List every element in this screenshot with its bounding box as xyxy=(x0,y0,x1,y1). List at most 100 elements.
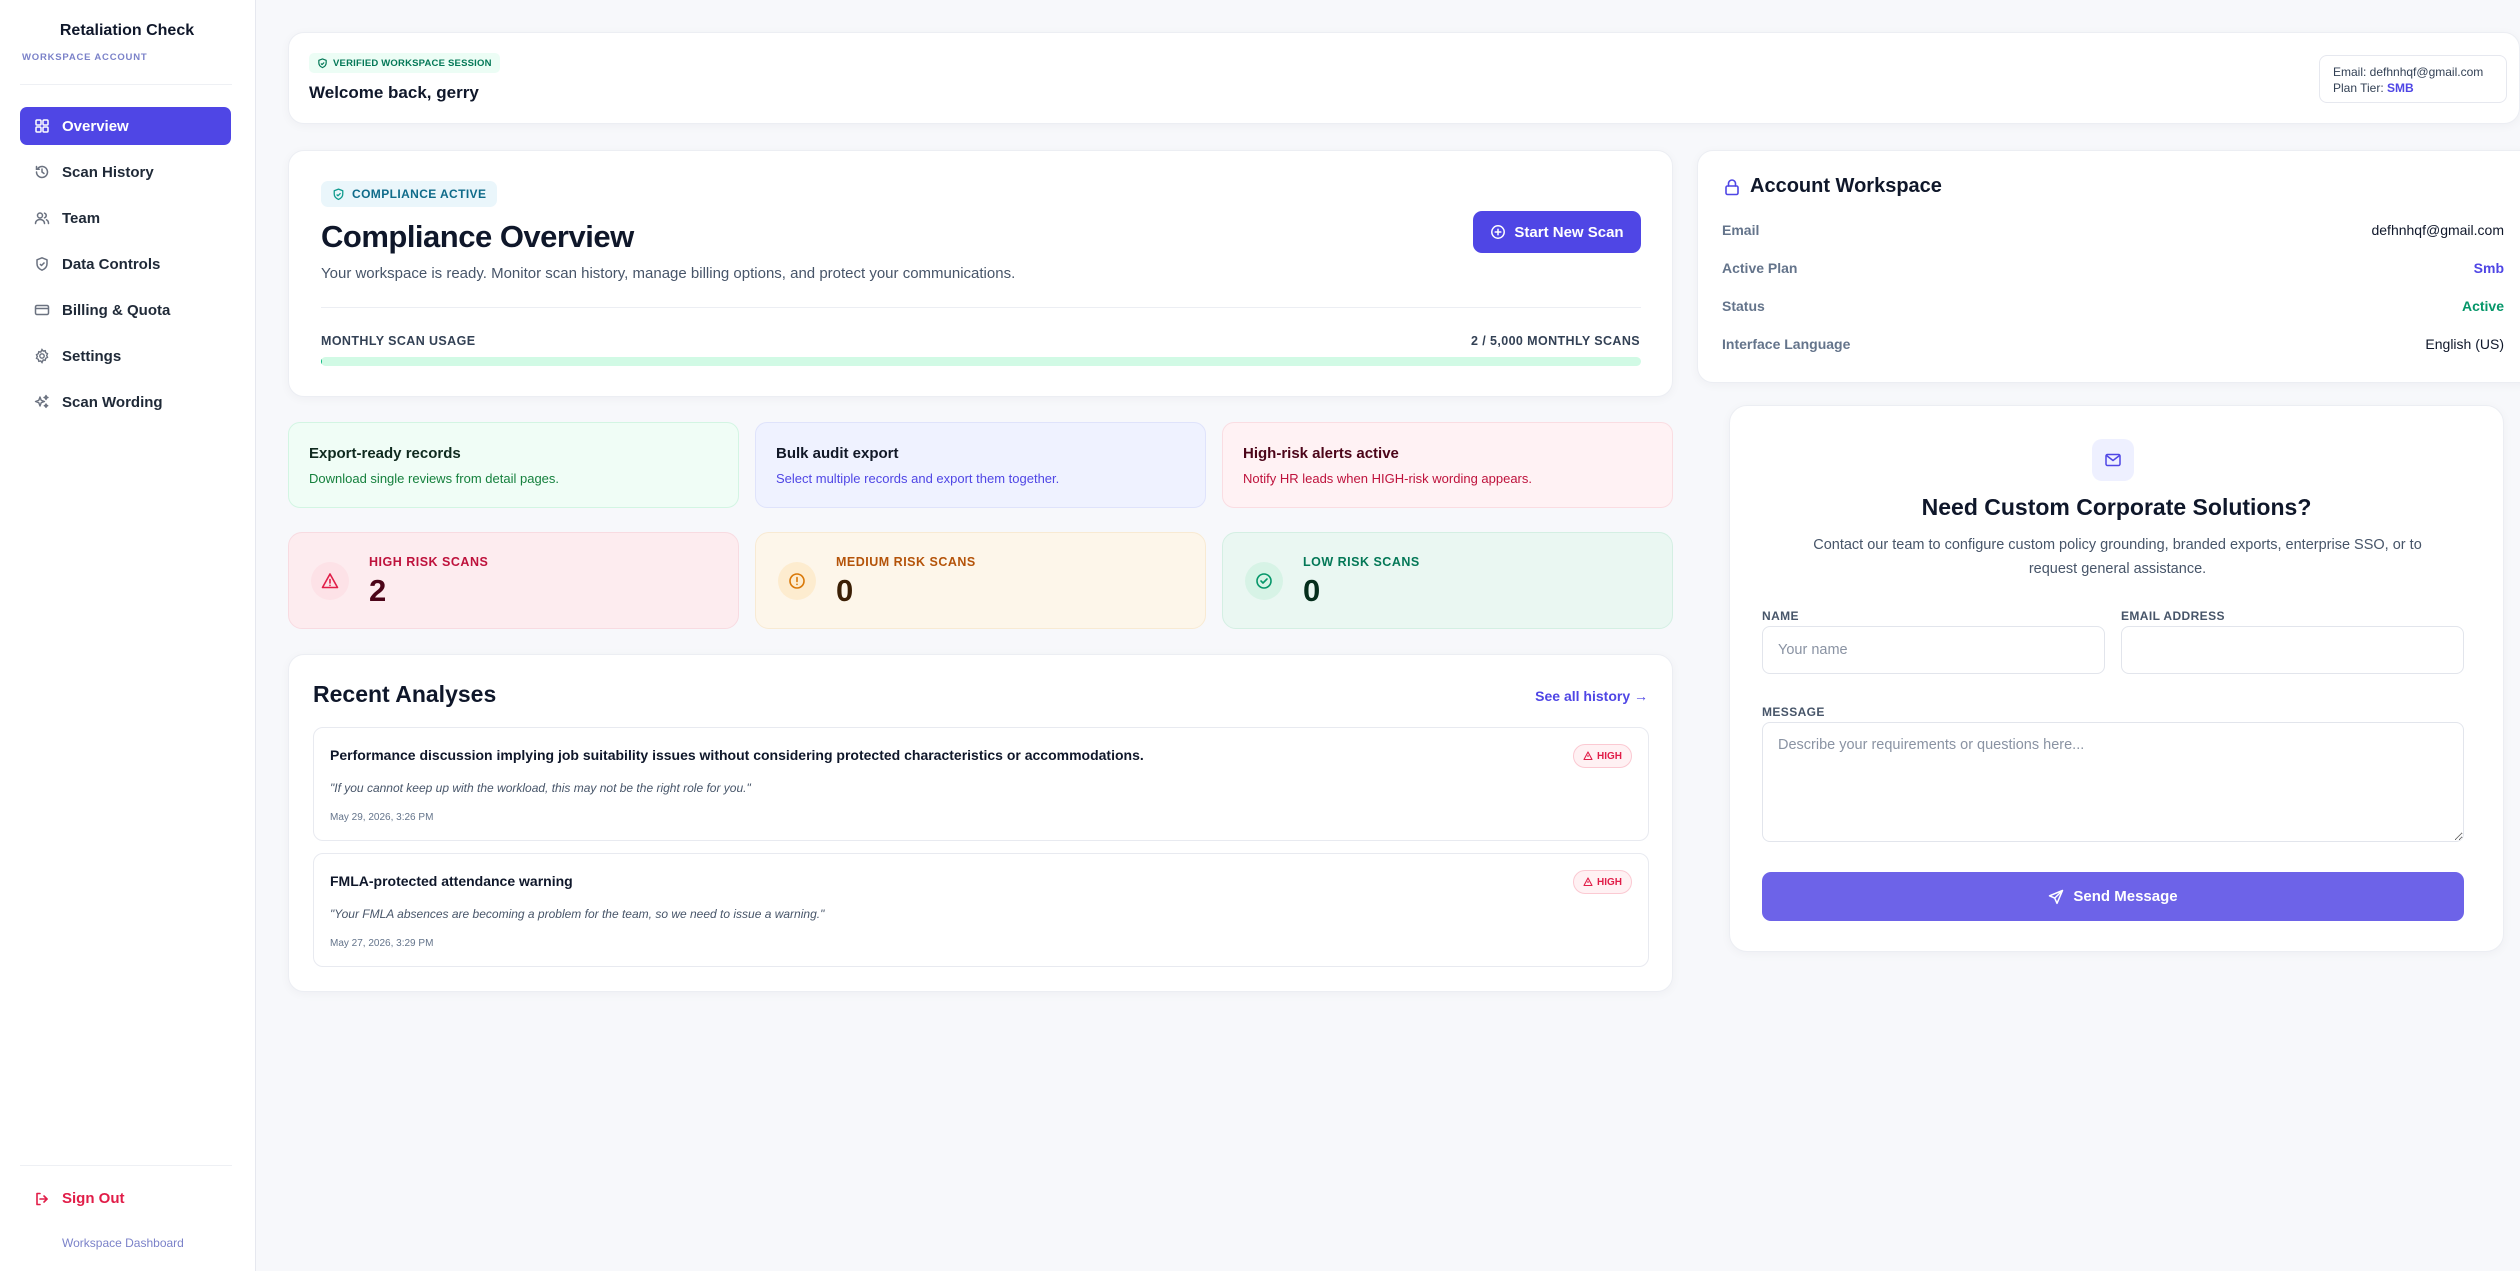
brand-title: Retaliation Check xyxy=(59,22,195,39)
usage-value: 2 / 5,000 MONTHLY SCANS xyxy=(1471,334,1640,348)
stat-label: MEDIUM RISK SCANS xyxy=(836,555,976,569)
feature-tile-bulk-audit: Bulk audit export Select multiple record… xyxy=(755,422,1206,508)
compliance-badge-label: COMPLIANCE ACTIVE xyxy=(352,187,487,201)
tile-description: Notify HR leads when HIGH-risk wording a… xyxy=(1243,471,1532,486)
contact-title: Need Custom Corporate Solutions? xyxy=(1921,494,2312,520)
compliance-status-badge: COMPLIANCE ACTIVE xyxy=(321,181,498,207)
analysis-quote: "Your FMLA absences are becoming a probl… xyxy=(330,907,825,921)
high-risk-stat-card: HIGH RISK SCANS 2 xyxy=(288,532,739,629)
sign-out-icon xyxy=(34,1191,50,1207)
contact-card: Need Custom Corporate Solutions? Contact… xyxy=(1729,405,2504,952)
analysis-date: May 29, 2026, 3:26 PM xyxy=(330,812,434,823)
stat-label: HIGH RISK SCANS xyxy=(369,555,489,569)
recent-analyses-title: Recent Analyses xyxy=(313,681,497,707)
warning-triangle-icon xyxy=(1583,877,1593,887)
account-workspace-title: Account Workspace xyxy=(1722,175,1942,198)
list-item[interactable]: Performance discussion implying job suit… xyxy=(313,727,1649,841)
sidebar-item-label: Settings xyxy=(62,347,122,365)
workspace-row-status: Status Active xyxy=(1722,298,2504,314)
sidebar-item-billing[interactable]: Billing & Quota xyxy=(20,291,231,329)
shield-check-icon xyxy=(317,57,328,69)
row-value: defhnhqf@gmail.com xyxy=(2371,222,2504,238)
divider xyxy=(20,84,232,85)
sidebar-item-label: Scan Wording xyxy=(62,393,163,411)
sidebar: Retaliation Check WORKSPACE ACCOUNT Over… xyxy=(0,0,256,1271)
low-risk-stat-card: LOW RISK SCANS 0 xyxy=(1222,532,1673,629)
divider xyxy=(20,1165,232,1166)
account-plan-tier: Plan Tier: SMB xyxy=(2333,80,2493,96)
page-title: Compliance Overview xyxy=(321,219,634,254)
credit-card-icon xyxy=(34,302,50,318)
row-key: Active Plan xyxy=(1722,260,1798,276)
plan-tier-prefix: Plan Tier: xyxy=(2333,81,2388,95)
row-key: Status xyxy=(1722,298,1765,314)
recent-analyses-card: Recent Analyses See all history → Perfor… xyxy=(288,654,1673,992)
sign-out-label: Sign Out xyxy=(62,1190,125,1207)
shield-icon xyxy=(34,256,50,272)
stat-value: 0 xyxy=(836,573,854,608)
usage-progress-fill xyxy=(321,357,322,366)
overview-description: Your workspace is ready. Monitor scan hi… xyxy=(321,265,1016,282)
account-summary-box: Email: defhnhqf@gmail.com Plan Tier: SMB xyxy=(2319,55,2507,103)
account-email: Email: defhnhqf@gmail.com xyxy=(2333,65,2484,79)
list-item[interactable]: FMLA-protected attendance warning HIGH "… xyxy=(313,853,1649,967)
name-field[interactable] xyxy=(1762,626,2105,674)
usage-progress-bar xyxy=(321,357,1641,366)
medium-risk-stat-card: MEDIUM RISK SCANS 0 xyxy=(755,532,1206,629)
sidebar-item-label: Team xyxy=(62,209,101,227)
feature-tile-high-risk-alerts: High-risk alerts active Notify HR leads … xyxy=(1222,422,1673,508)
sidebar-item-overview[interactable]: Overview xyxy=(20,107,231,145)
row-key: Email xyxy=(1722,222,1760,238)
analysis-date: May 27, 2026, 3:29 PM xyxy=(330,938,434,949)
sidebar-item-scan-wording[interactable]: Scan Wording xyxy=(20,383,231,421)
tile-title: High-risk alerts active xyxy=(1243,445,1399,462)
plus-circle-icon xyxy=(1490,224,1506,240)
feature-tile-export-ready: Export-ready records Download single rev… xyxy=(288,422,739,508)
row-key: Interface Language xyxy=(1722,336,1851,352)
divider xyxy=(321,307,1641,308)
sidebar-item-scan-history[interactable]: Scan History xyxy=(20,153,231,191)
risk-badge: HIGH xyxy=(1573,744,1632,768)
row-value: English (US) xyxy=(2425,336,2504,352)
plan-tier-value: SMB xyxy=(2387,81,2414,95)
risk-badge-label: HIGH xyxy=(1597,750,1622,762)
mail-icon xyxy=(2092,439,2134,481)
sidebar-item-settings[interactable]: Settings xyxy=(20,337,231,375)
send-message-label: Send Message xyxy=(2073,888,2178,905)
check-circle-icon xyxy=(1245,562,1283,600)
grid-icon xyxy=(34,118,50,134)
send-message-button[interactable]: Send Message xyxy=(1762,872,2464,921)
lock-icon xyxy=(1722,177,1742,197)
name-field-label: NAME xyxy=(1762,609,1799,623)
welcome-heading: Welcome back, gerry xyxy=(309,83,479,102)
sparkles-icon xyxy=(34,394,50,410)
usage-label: MONTHLY SCAN USAGE xyxy=(321,334,476,348)
sidebar-item-team[interactable]: Team xyxy=(20,199,231,237)
sign-out-button[interactable]: Sign Out xyxy=(34,1190,125,1207)
header-card: VERIFIED WORKSPACE SESSION Welcome back,… xyxy=(288,32,2520,124)
account-workspace-card: Account Workspace Email defhnhqf@gmail.c… xyxy=(1697,150,2520,383)
contact-description: Contact our team to configure custom pol… xyxy=(1813,537,2422,577)
brand-subtitle: WORKSPACE ACCOUNT xyxy=(22,52,148,63)
email-field[interactable] xyxy=(2121,626,2464,674)
tile-description: Select multiple records and export them … xyxy=(776,471,1060,486)
see-all-history-link[interactable]: See all history → xyxy=(1535,688,1648,704)
send-icon xyxy=(2048,889,2064,905)
analysis-quote: "If you cannot keep up with the workload… xyxy=(330,781,751,795)
workspace-row-language: Interface Language English (US) xyxy=(1722,336,2504,352)
warning-triangle-icon xyxy=(1583,751,1593,761)
sidebar-item-label: Overview xyxy=(62,117,129,135)
sidebar-item-data-controls[interactable]: Data Controls xyxy=(20,245,231,283)
brand: Retaliation Check WORKSPACE ACCOUNT xyxy=(22,22,232,63)
start-new-scan-button[interactable]: Start New Scan xyxy=(1473,211,1641,253)
stat-value: 2 xyxy=(369,573,387,608)
compliance-overview-card: COMPLIANCE ACTIVE Compliance Overview Yo… xyxy=(288,150,1673,397)
risk-badge-label: HIGH xyxy=(1597,876,1622,888)
sidebar-item-label: Billing & Quota xyxy=(62,301,171,319)
row-value: Smb xyxy=(2473,260,2504,276)
tile-title: Export-ready records xyxy=(309,445,461,462)
sidebar-nav: Overview Scan History Team Data Controls… xyxy=(20,107,231,429)
message-field[interactable] xyxy=(1762,722,2464,842)
stat-label: LOW RISK SCANS xyxy=(1303,555,1420,569)
tile-title: Bulk audit export xyxy=(776,445,899,462)
